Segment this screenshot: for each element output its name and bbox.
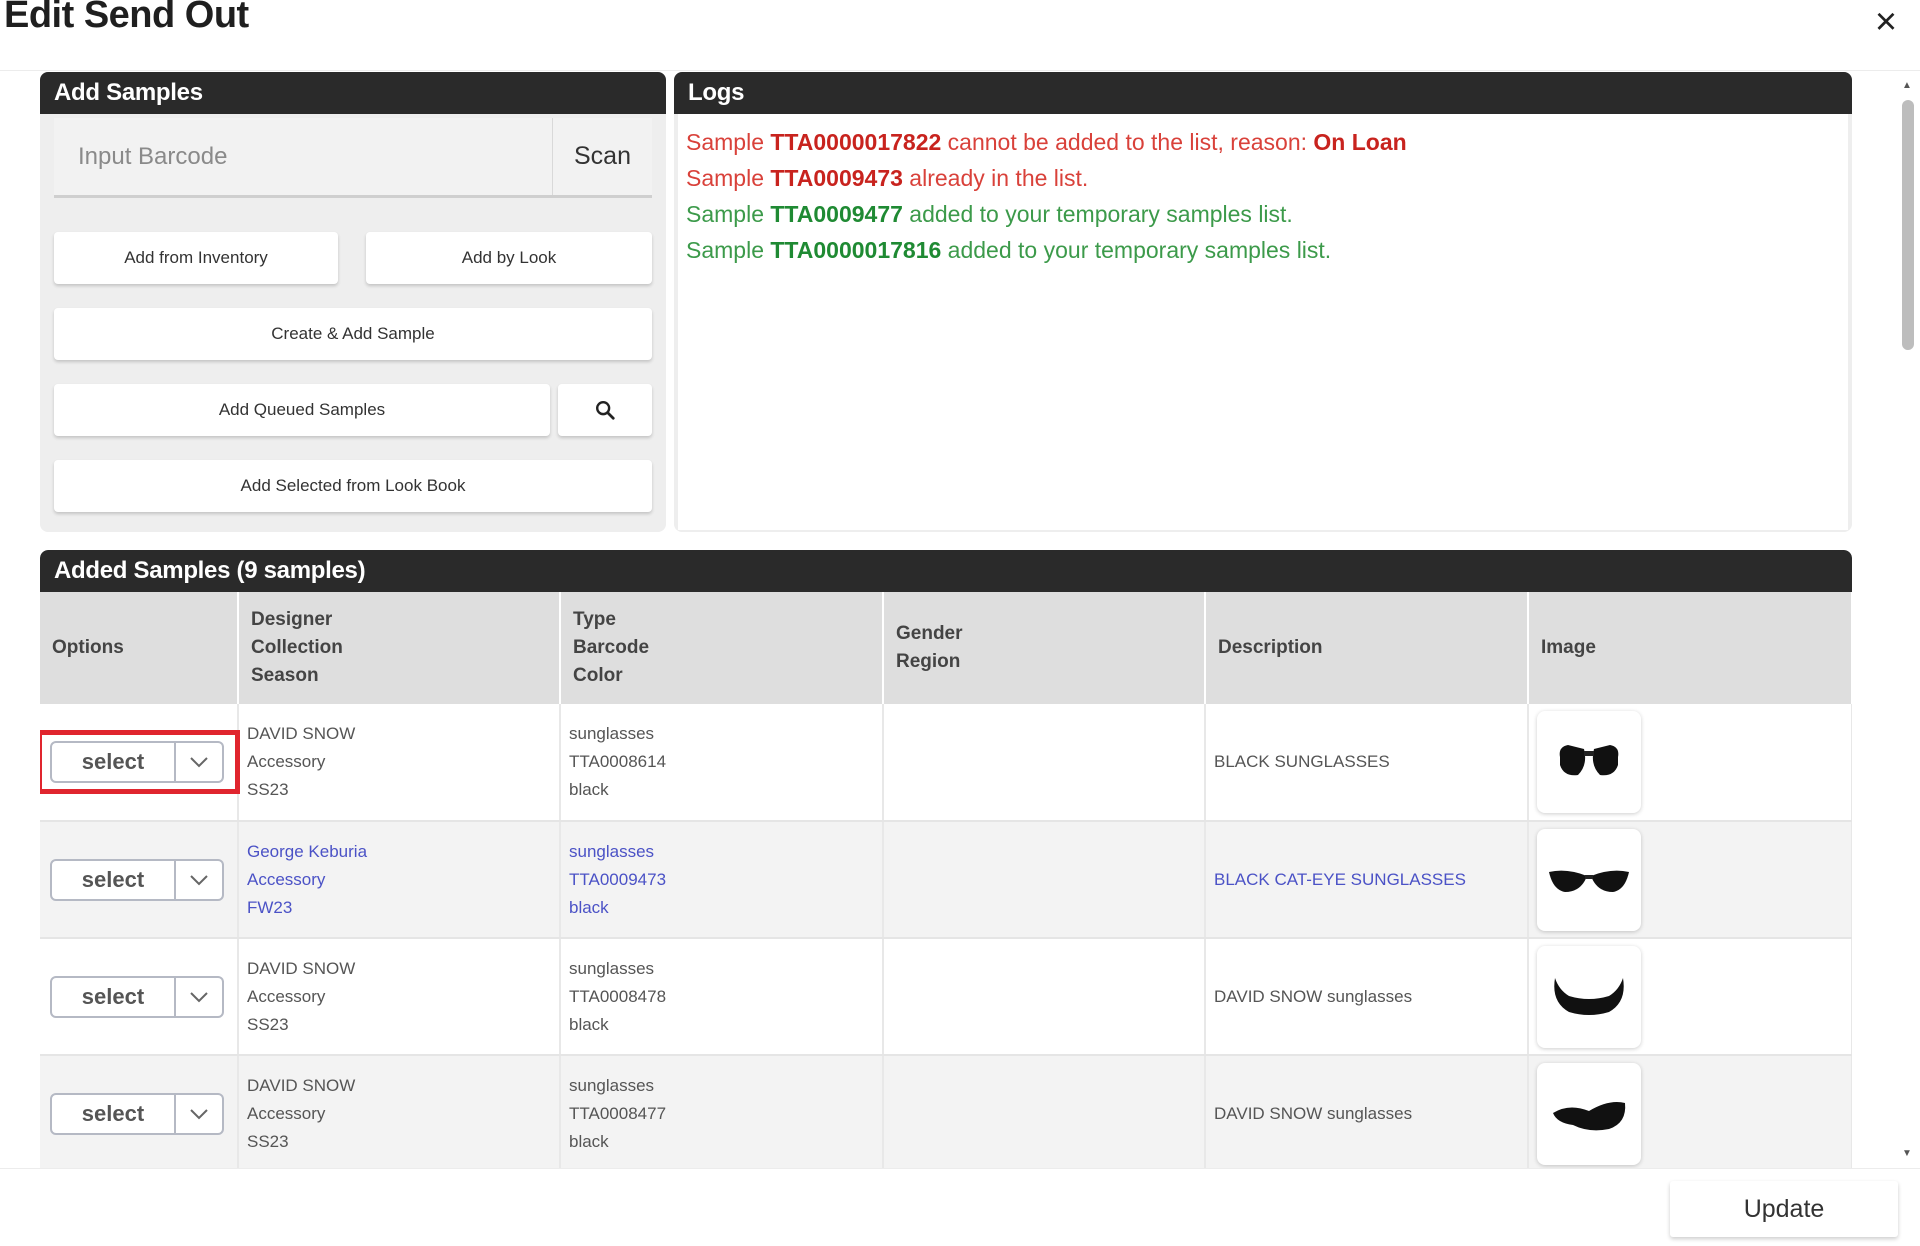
select-dropdown[interactable] (176, 975, 224, 1018)
col-options: Options (40, 592, 239, 704)
added-samples-panel: Added Samples (9 samples) Options Design… (40, 550, 1852, 1170)
modal-title: Edit Send Out (4, 0, 249, 36)
table-row: select DAVID SNOW Accessory SS23 sunglasse… (40, 1055, 1852, 1170)
season: SS23 (247, 1014, 289, 1034)
logs-header: Logs (674, 72, 1852, 114)
log-line: Sample TTA0000017816 added to your tempo… (686, 237, 1332, 263)
barcode[interactable]: TTA0009473 (569, 870, 666, 889)
season: SS23 (247, 780, 289, 799)
scroll-down-icon[interactable]: ▼ (1900, 1148, 1914, 1160)
sample-image[interactable] (1537, 828, 1641, 931)
color[interactable]: black (569, 898, 609, 917)
designer: DAVID SNOW (247, 958, 356, 978)
col-image: Image (1528, 592, 1852, 704)
collection: Accessory (247, 986, 326, 1006)
col-gender: Gender Region (883, 592, 1206, 704)
log-line: Sample TTA0009477 added to your temporar… (686, 201, 1293, 227)
type: sunglasses (569, 958, 655, 978)
type[interactable]: sunglasses (569, 842, 654, 861)
table-row: select DAVID SNOW Accessory SS23 sunglasse… (40, 704, 1852, 822)
edit-send-out-modal: Edit Send Out × Add Samples Scan Add fro… (0, 0, 1920, 1246)
sample-image[interactable] (1537, 711, 1641, 813)
sunglasses-icon (1549, 870, 1629, 892)
designer: DAVID SNOW (247, 724, 356, 743)
collection[interactable]: Accessory (247, 870, 325, 889)
add-from-inventory-button[interactable]: Add from Inventory (54, 232, 338, 284)
select-button[interactable]: select (50, 858, 176, 901)
select-button[interactable]: select (50, 975, 176, 1018)
barcode: TTA0008477 (569, 1103, 667, 1123)
chevron-down-icon (190, 757, 208, 768)
table-header-row: Options Designer Collection Season Type Bar… (40, 592, 1852, 704)
chevron-down-icon (190, 1108, 208, 1119)
gender-region (883, 1055, 1206, 1170)
table-row: select George Keburia Accessory FW23 sungl… (40, 821, 1852, 939)
barcode-field: Scan (54, 118, 652, 198)
barcode: TTA0008614 (569, 752, 667, 771)
designer[interactable]: George Keburia (247, 842, 367, 861)
update-button[interactable]: Update (1670, 1181, 1898, 1237)
log-line: Sample TTA0009473 already in the list. (686, 165, 1089, 191)
title-divider (0, 70, 1920, 71)
color: black (569, 780, 609, 799)
logs-panel: Logs Sample TTA0000017822 cannot be adde… (674, 72, 1852, 532)
type: sunglasses (569, 724, 655, 743)
description: DAVID SNOW sunglasses (1214, 1103, 1413, 1123)
create-add-sample-button[interactable]: Create & Add Sample (54, 308, 652, 360)
select-dropdown[interactable] (176, 858, 224, 901)
add-selected-look-book-button[interactable]: Add Selected from Look Book (54, 460, 652, 512)
sample-image[interactable] (1537, 945, 1641, 1048)
search-queued-button[interactable] (558, 384, 652, 436)
description: DAVID SNOW sunglasses (1214, 986, 1413, 1006)
table-row: select DAVID SNOW Accessory SS23 sunglasse… (40, 938, 1852, 1056)
season[interactable]: FW23 (247, 898, 292, 917)
row-select-control: select (48, 975, 229, 1018)
col-description: Description (1205, 592, 1529, 704)
scroll-up-icon[interactable]: ▲ (1900, 80, 1914, 92)
type: sunglasses (569, 1075, 655, 1095)
select-button[interactable]: select (50, 1092, 176, 1135)
col-type: Type Barcode Color (560, 592, 884, 704)
gender-region (883, 821, 1206, 939)
added-samples-header: Added Samples (9 samples) (40, 550, 1852, 592)
designer: DAVID SNOW (247, 1075, 356, 1095)
barcode-input[interactable] (54, 118, 552, 195)
close-icon[interactable]: × (1868, 3, 1904, 41)
log-line: Sample TTA0000017822 cannot be added to … (686, 129, 1407, 155)
sunglasses-icon (1554, 977, 1624, 1015)
sunglasses-icon (1553, 1101, 1626, 1130)
search-icon (596, 401, 615, 420)
col-designer: Designer Collection Season (238, 592, 561, 704)
add-samples-panel: Add Samples Scan Add from Inventory Add … (40, 72, 666, 532)
select-dropdown[interactable] (176, 741, 224, 783)
description[interactable]: BLACK CAT-EYE SUNGLASSES (1214, 870, 1466, 889)
select-button[interactable]: select (50, 741, 176, 783)
barcode: TTA0008478 (569, 986, 667, 1006)
season: SS23 (247, 1131, 289, 1151)
modal-footer: Update (0, 1168, 1920, 1246)
gender-region (883, 704, 1206, 822)
color: black (569, 1014, 609, 1034)
row-select-control: select (40, 730, 240, 794)
row-select-control: select (48, 858, 229, 901)
select-dropdown[interactable] (176, 1092, 224, 1135)
collection: Accessory (247, 1103, 326, 1123)
scan-button[interactable]: Scan (552, 118, 652, 195)
gender-region (883, 938, 1206, 1056)
sunglasses-icon (1559, 745, 1619, 776)
description: BLACK SUNGLASSES (1214, 752, 1390, 771)
add-queued-samples-button[interactable]: Add Queued Samples (54, 384, 550, 436)
add-by-look-button[interactable]: Add by Look (366, 232, 652, 284)
samples-table: Options Designer Collection Season Type Bar… (40, 592, 1852, 1170)
add-samples-header: Add Samples (40, 72, 666, 114)
chevron-down-icon (190, 874, 208, 885)
color: black (569, 1131, 609, 1151)
scroll-thumb[interactable] (1902, 100, 1914, 350)
sample-image[interactable] (1537, 1062, 1641, 1165)
chevron-down-icon (190, 991, 208, 1002)
logs-list: Sample TTA0000017822 cannot be added to … (678, 114, 1848, 530)
collection: Accessory (247, 752, 326, 771)
row-select-control: select (48, 1092, 229, 1135)
page-scrollbar[interactable]: ▲ ▼ (1900, 80, 1914, 1160)
